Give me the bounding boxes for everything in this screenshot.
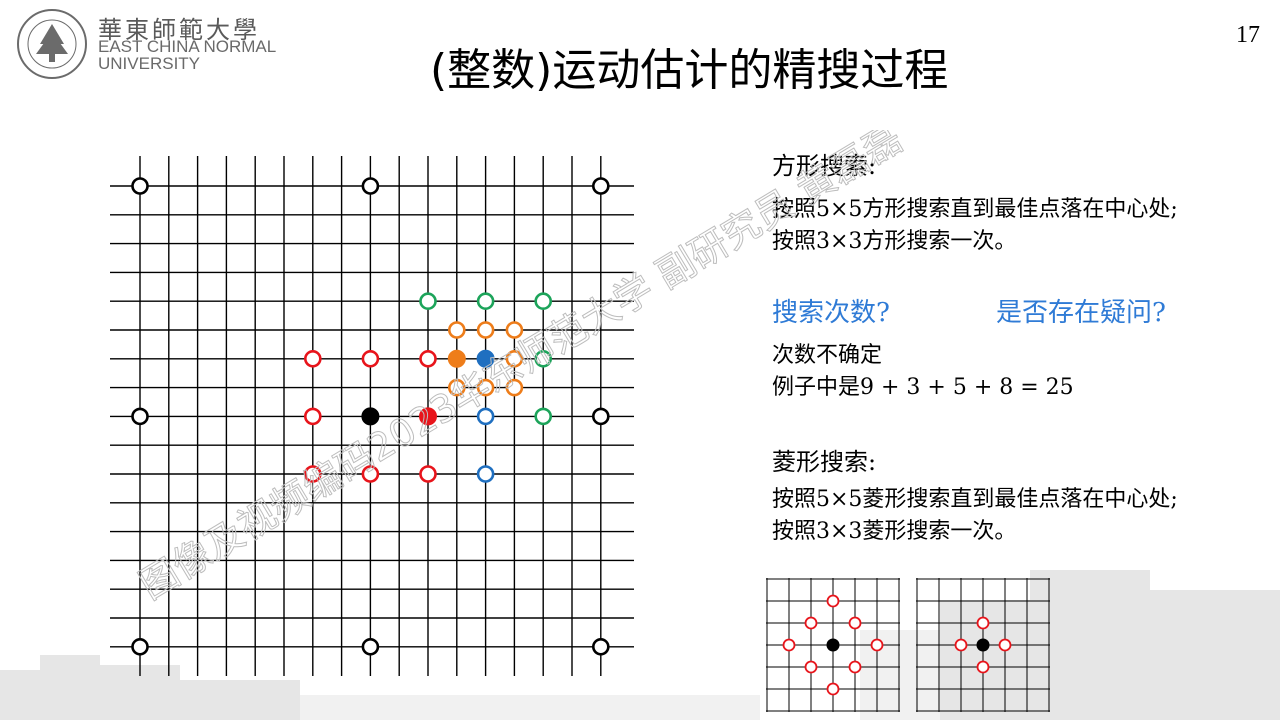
university-seal-icon (17, 9, 87, 79)
search-point-black (361, 637, 380, 656)
question-search-count: 搜索次数? (772, 298, 890, 328)
diamond-search-point (804, 660, 818, 674)
diamond-search-point (848, 660, 862, 674)
search-point-black (131, 637, 149, 656)
search-point-green (534, 292, 553, 310)
search-point-blue (476, 407, 495, 426)
question-doubt: 是否存在疑问? (996, 298, 1166, 328)
page-number: 17 (1236, 22, 1260, 48)
search-point-green (419, 292, 437, 310)
search-point-black (591, 407, 610, 426)
search-point-green (534, 407, 553, 426)
answer-line2: 例子中是9 + 3 + 5 + 8 = 25 (772, 375, 1074, 400)
search-point-black (591, 637, 610, 656)
logo-english-line1: EAST CHINA NORMAL (98, 37, 277, 56)
diamond-search-point (848, 616, 862, 630)
search-point-red (304, 350, 322, 368)
search-point-orange (447, 321, 466, 339)
search-point-red (304, 465, 322, 483)
search-point-orange (447, 378, 466, 397)
search-point-orange (476, 378, 495, 397)
square-search-heading: 方形搜索: (772, 152, 877, 180)
search-point-orange (505, 321, 524, 339)
search-point-black (361, 177, 380, 195)
diamond-search-line2: 按照3×3菱形搜索一次。 (772, 519, 1017, 544)
diamond-center-point (976, 638, 990, 652)
diamond-search-point (870, 638, 884, 652)
best-point-black (361, 407, 380, 426)
diamond-center-point (826, 638, 840, 652)
answer-line1: 次数不确定 (772, 343, 883, 368)
diamond-search-point (976, 616, 990, 630)
diamond-search-point (826, 682, 840, 696)
diamond-search-point (804, 616, 818, 630)
search-point-red (419, 350, 437, 368)
search-point-orange (505, 378, 524, 397)
search-point-orange (476, 321, 495, 339)
diamond-search-point (998, 638, 1012, 652)
best-point-red (419, 407, 437, 426)
search-point-red (304, 407, 322, 426)
search-point-orange (505, 350, 524, 368)
search-point-red (419, 465, 437, 483)
diamond-search-point (976, 660, 990, 674)
answer-text: 次数不确定 例子中是9 + 3 + 5 + 8 = 25 (772, 340, 1074, 404)
diamond-search-point (826, 594, 840, 608)
square-search-line2: 按照3×3方形搜索一次。 (772, 229, 1017, 254)
search-grid-diagram (110, 156, 634, 676)
diamond-search-line1: 按照5×5菱形搜索直到最佳点落在中心处; (772, 487, 1178, 512)
search-point-black (591, 177, 610, 195)
search-point-green (534, 350, 553, 368)
diamond-search-heading: 菱形搜索: (772, 448, 877, 476)
square-search-line1: 按照5×5方形搜索直到最佳点落在中心处; (772, 197, 1178, 222)
search-point-red (361, 350, 380, 368)
search-point-red (361, 465, 380, 483)
best-point-orange (447, 349, 466, 368)
search-point-black (131, 177, 149, 195)
square-search-description: 按照5×5方形搜索直到最佳点落在中心处; 按照3×3方形搜索一次。 (772, 194, 1178, 258)
diamond-5x5-pattern-diagram (766, 578, 900, 712)
best-point-blue (476, 349, 495, 368)
diamond-search-description: 按照5×5菱形搜索直到最佳点落在中心处; 按照3×3菱形搜索一次。 (772, 484, 1178, 548)
diamond-search-point (782, 638, 796, 652)
slide-title: (整数)运动估计的精搜过程 (430, 45, 949, 96)
search-point-green (476, 292, 495, 310)
search-point-black (131, 407, 149, 426)
diamond-3x3-pattern-diagram (916, 578, 1050, 712)
logo-english-line2: UNIVERSITY (98, 54, 201, 73)
logo-english-name: EAST CHINA NORMAL UNIVERSITY (98, 38, 276, 72)
diamond-search-point (954, 638, 968, 652)
search-point-blue (476, 465, 495, 483)
